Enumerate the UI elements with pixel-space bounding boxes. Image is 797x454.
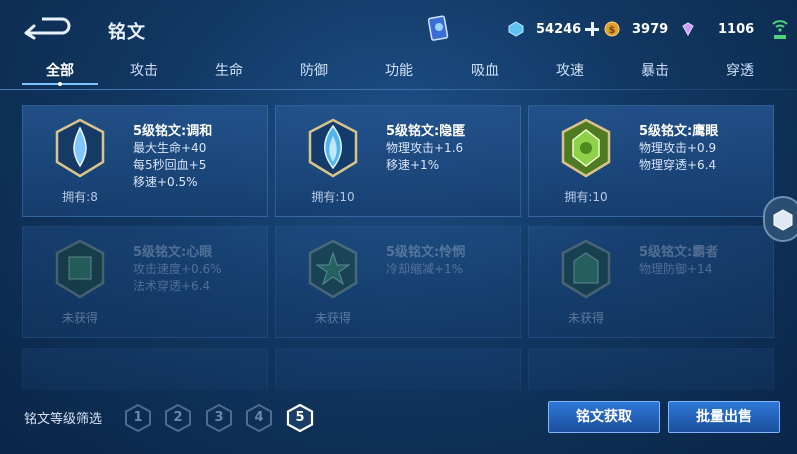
level-filter-5[interactable]: 5 (286, 403, 314, 433)
owned-count: 未获得 (567, 311, 604, 325)
coupon-icon (508, 21, 524, 37)
rune-hawkeye-icon (561, 118, 611, 178)
coupon-amount: 54246 (536, 21, 582, 37)
level-filter-3[interactable]: 3 (205, 403, 233, 433)
rune-name: 5级铭文:调和 (133, 124, 213, 139)
back-button[interactable] (22, 14, 72, 40)
tab-utility[interactable]: 功能 (369, 60, 429, 80)
add-coupon-button[interactable] (585, 22, 600, 36)
rune-stats: 物理攻击+0.9 物理穿透+6.4 (639, 141, 717, 172)
rune-card[interactable]: 未获得 5级铭文:心眼 攻击速度+0.6% 法术穿透+6.4 (22, 226, 268, 338)
rune-name: 5级铭文:霸者 (639, 245, 719, 260)
rune-card[interactable]: 拥有:8 5级铭文:调和 最大生命+40 每5秒回血+5 移速+0.5% (22, 105, 268, 217)
rune-mercy-icon (308, 239, 358, 299)
rune-overlord-icon (561, 239, 611, 299)
rune-card-partial (528, 348, 774, 390)
gem-amount: 1106 (718, 21, 755, 37)
rune-card[interactable]: 未获得 5级铭文:怜悯 冷却缩减+1% (275, 226, 521, 338)
tab-defense[interactable]: 防御 (284, 60, 344, 80)
level-filter-1[interactable]: 1 (124, 403, 152, 433)
gem-icon (682, 22, 694, 37)
owned-count: 拥有:10 (311, 190, 355, 204)
tab-all[interactable]: 全部 (30, 60, 90, 80)
rune-harmony-icon (55, 118, 105, 178)
rune-name: 5级铭文:怜悯 (386, 245, 466, 260)
card-icon[interactable] (428, 14, 450, 42)
gold-resource: $ 3979 (604, 18, 668, 40)
level-filter-label: 铭文等级筛选 (24, 412, 103, 427)
bottom-bar: 铭文等级筛选 1 2 3 4 5 铭文获取 批量出售 (0, 392, 797, 454)
rune-name: 5级铭文:隐匿 (386, 124, 466, 139)
rune-card[interactable]: 未获得 5级铭文:霸者 物理防御+14 (528, 226, 774, 338)
level-filter-2[interactable]: 2 (164, 403, 192, 433)
bulk-sell-button[interactable]: 批量出售 (668, 401, 780, 433)
rune-card[interactable]: 拥有:10 5级铭文:鹰眼 物理攻击+0.9 物理穿透+6.4 (528, 105, 774, 217)
rune-stats: 攻击速度+0.6% 法术穿透+6.4 (133, 262, 222, 293)
wifi-icon (772, 20, 788, 39)
rune-mind-eye-icon (55, 239, 105, 299)
top-bar: 铭文 54246 $ 3979 1106 (0, 0, 797, 56)
gold-coin-icon: $ (604, 21, 620, 37)
rune-acquire-button[interactable]: 铭文获取 (548, 401, 660, 433)
rune-stats: 冷却缩减+1% (386, 262, 464, 276)
rune-card[interactable]: 拥有:10 5级铭文:隐匿 物理攻击+1.6 移速+1% (275, 105, 521, 217)
tab-attack[interactable]: 攻击 (114, 60, 174, 80)
rune-stats: 物理攻击+1.6 移速+1% (386, 141, 464, 172)
owned-count: 未获得 (61, 311, 98, 325)
category-tabs: 全部 攻击 生命 防御 功能 吸血 攻速 暴击 穿透 (0, 56, 797, 88)
active-tab-indicator (22, 82, 98, 86)
gold-amount: 3979 (632, 21, 669, 37)
rune-stealth-icon (308, 118, 358, 178)
owned-count: 未获得 (314, 311, 351, 325)
owned-count: 拥有:8 (62, 190, 98, 204)
owned-count: 拥有:10 (564, 190, 608, 204)
back-arrow-icon (24, 17, 71, 40)
rune-card-partial (22, 348, 268, 390)
tab-penetration[interactable]: 穿透 (710, 60, 770, 80)
rune-stats: 最大生命+40 每5秒回血+5 移速+0.5% (133, 141, 207, 189)
rune-grid: 拥有:8 5级铭文:调和 最大生命+40 每5秒回血+5 移速+0.5% 拥有:… (0, 90, 797, 390)
tab-lifesteal[interactable]: 吸血 (455, 60, 515, 80)
page-title: 铭文 (108, 22, 146, 43)
coupon-resource: 54246 (508, 18, 600, 40)
level-filter-4[interactable]: 4 (245, 403, 273, 433)
gem-resource: 1106 (680, 18, 754, 40)
rune-card-partial (275, 348, 521, 390)
rune-stats: 物理防御+14 (639, 262, 713, 276)
tab-attack-speed[interactable]: 攻速 (540, 60, 600, 80)
tab-health[interactable]: 生命 (199, 60, 259, 80)
svg-text:$: $ (609, 25, 616, 36)
rune-name: 5级铭文:鹰眼 (639, 124, 719, 139)
rune-name: 5级铭文:心眼 (133, 245, 213, 260)
hexagon-icon (773, 209, 793, 231)
side-panel-handle[interactable] (763, 196, 797, 242)
tab-critical[interactable]: 暴击 (625, 60, 685, 80)
